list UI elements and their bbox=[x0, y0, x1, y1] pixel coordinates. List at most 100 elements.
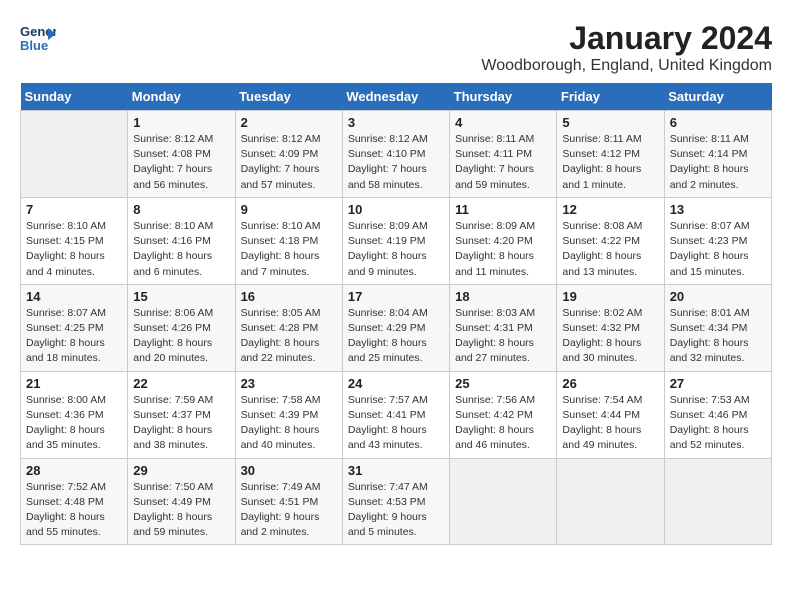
week-row: 7 Sunrise: 8:10 AMSunset: 4:15 PMDaylight… bbox=[21, 197, 772, 284]
day-cell: 19 Sunrise: 8:02 AMSunset: 4:32 PMDayligh… bbox=[557, 284, 664, 371]
day-number: 12 bbox=[562, 202, 658, 217]
day-info: Sunrise: 7:57 AMSunset: 4:41 PMDaylight:… bbox=[348, 393, 444, 454]
day-cell: 24 Sunrise: 7:57 AMSunset: 4:41 PMDayligh… bbox=[342, 371, 449, 458]
day-cell: 7 Sunrise: 8:10 AMSunset: 4:15 PMDaylight… bbox=[21, 197, 128, 284]
day-info: Sunrise: 8:12 AMSunset: 4:08 PMDaylight:… bbox=[133, 132, 229, 193]
day-number: 24 bbox=[348, 376, 444, 391]
day-cell: 18 Sunrise: 8:03 AMSunset: 4:31 PMDayligh… bbox=[450, 284, 557, 371]
day-info: Sunrise: 8:03 AMSunset: 4:31 PMDaylight:… bbox=[455, 306, 551, 367]
day-number: 27 bbox=[670, 376, 766, 391]
day-cell: 16Sunrise: 8:05 AMSunset: 4:28 PMDayligh… bbox=[235, 284, 342, 371]
day-info: Sunrise: 8:08 AMSunset: 4:22 PMDaylight:… bbox=[562, 219, 658, 280]
header-cell-thursday: Thursday bbox=[450, 83, 557, 111]
header-cell-tuesday: Tuesday bbox=[235, 83, 342, 111]
day-info: Sunrise: 8:00 AMSunset: 4:36 PMDaylight:… bbox=[26, 393, 122, 454]
day-number: 4 bbox=[455, 115, 551, 130]
day-info: Sunrise: 7:59 AMSunset: 4:37 PMDaylight:… bbox=[133, 393, 229, 454]
day-number: 23 bbox=[241, 376, 337, 391]
day-info: Sunrise: 8:09 AMSunset: 4:20 PMDaylight:… bbox=[455, 219, 551, 280]
day-info: Sunrise: 8:05 AMSunset: 4:28 PMDaylight:… bbox=[241, 306, 337, 367]
day-number: 30 bbox=[241, 463, 337, 478]
day-number: 18 bbox=[455, 289, 551, 304]
day-info: Sunrise: 8:07 AMSunset: 4:23 PMDaylight:… bbox=[670, 219, 766, 280]
day-number: 10 bbox=[348, 202, 444, 217]
day-cell: 14Sunrise: 8:07 AMSunset: 4:25 PMDayligh… bbox=[21, 284, 128, 371]
day-number: 11 bbox=[455, 202, 551, 217]
day-number: 14 bbox=[26, 289, 122, 304]
day-cell: 11 Sunrise: 8:09 AMSunset: 4:20 PMDayligh… bbox=[450, 197, 557, 284]
day-number: 26 bbox=[562, 376, 658, 391]
header-cell-monday: Monday bbox=[128, 83, 235, 111]
week-row: 28Sunrise: 7:52 AMSunset: 4:48 PMDayligh… bbox=[21, 458, 772, 545]
svg-text:Blue: Blue bbox=[20, 38, 48, 53]
day-number: 13 bbox=[670, 202, 766, 217]
day-number: 5 bbox=[562, 115, 658, 130]
day-cell: 8Sunrise: 8:10 AMSunset: 4:16 PMDaylight… bbox=[128, 197, 235, 284]
day-cell bbox=[557, 458, 664, 545]
day-info: Sunrise: 8:01 AMSunset: 4:34 PMDaylight:… bbox=[670, 306, 766, 367]
day-info: Sunrise: 7:54 AMSunset: 4:44 PMDaylight:… bbox=[562, 393, 658, 454]
day-number: 8 bbox=[133, 202, 229, 217]
calendar-subtitle: Woodborough, England, United Kingdom bbox=[481, 57, 772, 75]
day-cell: 30Sunrise: 7:49 AMSunset: 4:51 PMDayligh… bbox=[235, 458, 342, 545]
day-info: Sunrise: 7:53 AMSunset: 4:46 PMDaylight:… bbox=[670, 393, 766, 454]
day-cell: 26 Sunrise: 7:54 AMSunset: 4:44 PMDayligh… bbox=[557, 371, 664, 458]
day-cell: 9Sunrise: 8:10 AMSunset: 4:18 PMDaylight… bbox=[235, 197, 342, 284]
day-info: Sunrise: 8:04 AMSunset: 4:29 PMDaylight:… bbox=[348, 306, 444, 367]
day-cell: 1 Sunrise: 8:12 AMSunset: 4:08 PMDaylight… bbox=[128, 111, 235, 198]
day-number: 22 bbox=[133, 376, 229, 391]
logo: General Blue bbox=[20, 20, 56, 56]
week-row: 21Sunrise: 8:00 AMSunset: 4:36 PMDayligh… bbox=[21, 371, 772, 458]
day-info: Sunrise: 8:12 AMSunset: 4:09 PMDaylight:… bbox=[241, 132, 337, 193]
day-info: Sunrise: 8:10 AMSunset: 4:15 PMDaylight:… bbox=[26, 219, 122, 280]
day-cell: 20 Sunrise: 8:01 AMSunset: 4:34 PMDayligh… bbox=[664, 284, 771, 371]
day-info: Sunrise: 8:09 AMSunset: 4:19 PMDaylight:… bbox=[348, 219, 444, 280]
day-number: 1 bbox=[133, 115, 229, 130]
day-number: 20 bbox=[670, 289, 766, 304]
day-number: 7 bbox=[26, 202, 122, 217]
day-number: 28 bbox=[26, 463, 122, 478]
day-info: Sunrise: 8:11 AMSunset: 4:11 PMDaylight:… bbox=[455, 132, 551, 193]
day-cell: 28Sunrise: 7:52 AMSunset: 4:48 PMDayligh… bbox=[21, 458, 128, 545]
calendar-table: SundayMondayTuesdayWednesdayThursdayFrid… bbox=[20, 83, 772, 545]
day-cell bbox=[450, 458, 557, 545]
day-cell: 6 Sunrise: 8:11 AMSunset: 4:14 PMDaylight… bbox=[664, 111, 771, 198]
day-number: 29 bbox=[133, 463, 229, 478]
header-cell-sunday: Sunday bbox=[21, 83, 128, 111]
page-header: General Blue January 2024 Woodborough, E… bbox=[20, 20, 772, 75]
header-row: SundayMondayTuesdayWednesdayThursdayFrid… bbox=[21, 83, 772, 111]
header-cell-wednesday: Wednesday bbox=[342, 83, 449, 111]
day-info: Sunrise: 8:10 AMSunset: 4:18 PMDaylight:… bbox=[241, 219, 337, 280]
day-info: Sunrise: 8:11 AMSunset: 4:14 PMDaylight:… bbox=[670, 132, 766, 193]
day-info: Sunrise: 8:11 AMSunset: 4:12 PMDaylight:… bbox=[562, 132, 658, 193]
day-number: 19 bbox=[562, 289, 658, 304]
logo-icon: General Blue bbox=[20, 20, 56, 56]
day-cell: 21Sunrise: 8:00 AMSunset: 4:36 PMDayligh… bbox=[21, 371, 128, 458]
day-cell: 2 Sunrise: 8:12 AMSunset: 4:09 PMDaylight… bbox=[235, 111, 342, 198]
day-info: Sunrise: 8:06 AMSunset: 4:26 PMDaylight:… bbox=[133, 306, 229, 367]
header-cell-friday: Friday bbox=[557, 83, 664, 111]
day-cell: 12 Sunrise: 8:08 AMSunset: 4:22 PMDayligh… bbox=[557, 197, 664, 284]
day-number: 17 bbox=[348, 289, 444, 304]
day-number: 6 bbox=[670, 115, 766, 130]
day-cell: 31 Sunrise: 7:47 AMSunset: 4:53 PMDayligh… bbox=[342, 458, 449, 545]
day-number: 25 bbox=[455, 376, 551, 391]
day-info: Sunrise: 7:56 AMSunset: 4:42 PMDaylight:… bbox=[455, 393, 551, 454]
day-cell: 15 Sunrise: 8:06 AMSunset: 4:26 PMDayligh… bbox=[128, 284, 235, 371]
day-info: Sunrise: 8:12 AMSunset: 4:10 PMDaylight:… bbox=[348, 132, 444, 193]
day-cell: 10 Sunrise: 8:09 AMSunset: 4:19 PMDayligh… bbox=[342, 197, 449, 284]
week-row: 14Sunrise: 8:07 AMSunset: 4:25 PMDayligh… bbox=[21, 284, 772, 371]
day-cell: 17 Sunrise: 8:04 AMSunset: 4:29 PMDayligh… bbox=[342, 284, 449, 371]
day-number: 2 bbox=[241, 115, 337, 130]
day-cell: 22 Sunrise: 7:59 AMSunset: 4:37 PMDayligh… bbox=[128, 371, 235, 458]
day-cell bbox=[21, 111, 128, 198]
day-info: Sunrise: 7:58 AMSunset: 4:39 PMDaylight:… bbox=[241, 393, 337, 454]
day-info: Sunrise: 8:02 AMSunset: 4:32 PMDaylight:… bbox=[562, 306, 658, 367]
day-info: Sunrise: 7:47 AMSunset: 4:53 PMDaylight:… bbox=[348, 480, 444, 541]
day-cell: 25 Sunrise: 7:56 AMSunset: 4:42 PMDayligh… bbox=[450, 371, 557, 458]
title-block: January 2024 Woodborough, England, Unite… bbox=[481, 20, 772, 75]
day-cell: 29Sunrise: 7:50 AMSunset: 4:49 PMDayligh… bbox=[128, 458, 235, 545]
day-number: 31 bbox=[348, 463, 444, 478]
day-number: 15 bbox=[133, 289, 229, 304]
day-cell: 3Sunrise: 8:12 AMSunset: 4:10 PMDaylight… bbox=[342, 111, 449, 198]
